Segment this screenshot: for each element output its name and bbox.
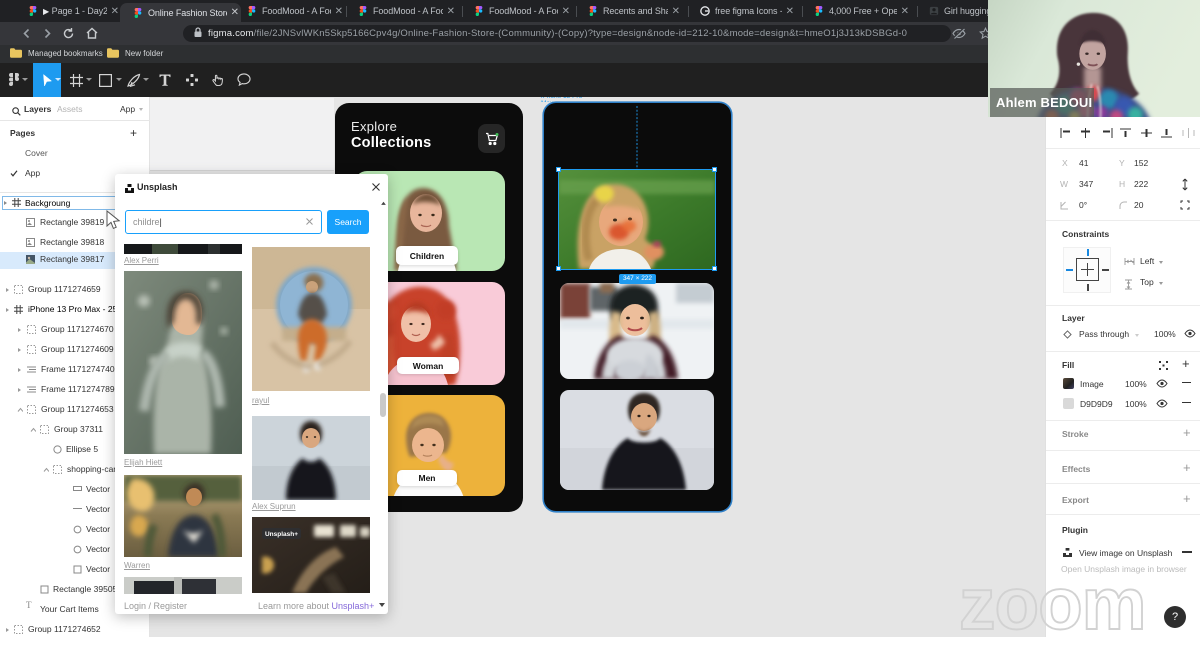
svg-text:Unsplash+: Unsplash+ — [265, 531, 298, 538]
